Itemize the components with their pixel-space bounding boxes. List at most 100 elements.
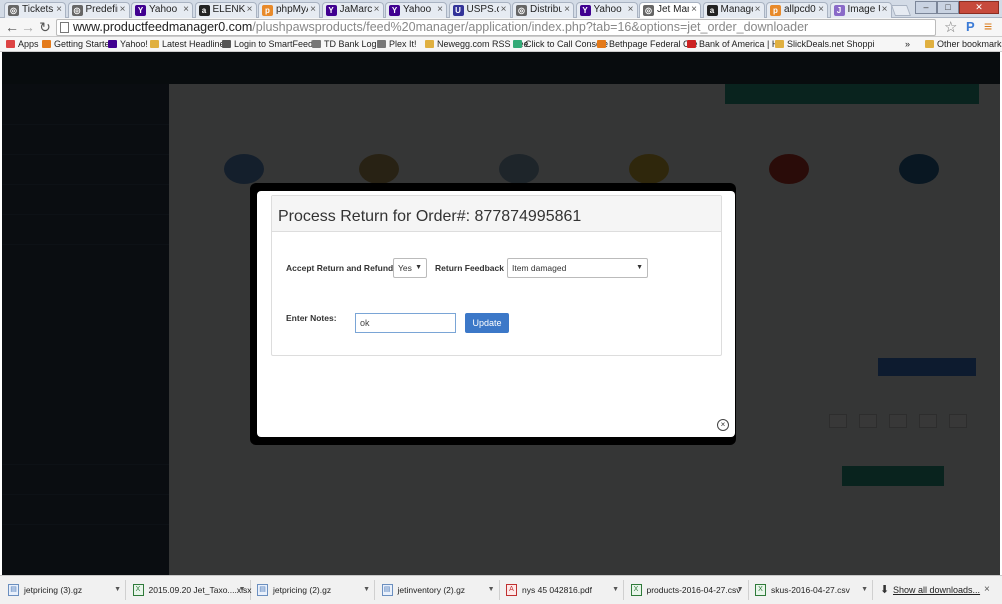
download-item[interactable]: ▤ jetpricing (3).gz ▼ bbox=[4, 580, 126, 600]
tab-favicon-icon: Y bbox=[325, 5, 337, 16]
browser-tab[interactable]: JImage U× bbox=[829, 2, 892, 18]
browser-toolbar: ← → ↻ www.productfeedmanager0.com/plushp… bbox=[0, 18, 1002, 37]
url-host: www.productfeedmanager0.com bbox=[73, 20, 253, 34]
address-bar[interactable]: www.productfeedmanager0.com/plushpawspro… bbox=[56, 19, 936, 36]
browser-tab[interactable]: aManage× bbox=[702, 2, 765, 18]
browser-tab[interactable]: UUSPS.com× bbox=[448, 2, 511, 18]
accept-return-select[interactable]: Yes ▼ bbox=[393, 258, 427, 278]
bookmark-label: Click to Call Console bbox=[525, 39, 609, 49]
bookmark-item[interactable]: Click to Call Console bbox=[513, 37, 608, 51]
back-arrow-icon[interactable]: ← bbox=[4, 19, 20, 35]
show-all-downloads-link[interactable]: Show all downloads... bbox=[893, 580, 980, 600]
tab-label: phpMyAc bbox=[276, 4, 308, 15]
bookmark-label: Latest Headlines bbox=[162, 39, 230, 49]
browser-tab[interactable]: YJaMarcus× bbox=[321, 2, 384, 18]
tab-label: Jet Mana bbox=[657, 4, 689, 15]
download-item[interactable]: Anys 45 042816.pdf ▼ bbox=[502, 580, 624, 600]
file-icon: X bbox=[132, 584, 144, 596]
tab-close-icon[interactable]: × bbox=[752, 3, 761, 17]
download-filename: jetinventory (2).gz bbox=[397, 585, 466, 595]
download-filename: nys 45 042816.pdf bbox=[522, 585, 592, 595]
close-shelf-icon[interactable]: × bbox=[984, 580, 990, 600]
folder-icon bbox=[925, 40, 934, 48]
download-filename: jetpricing (3).gz bbox=[24, 585, 83, 595]
notes-input[interactable] bbox=[355, 313, 456, 333]
bookmark-item[interactable]: Getting Started bbox=[42, 37, 115, 51]
download-item[interactable]: ▤ jetpricing (2).gz ▼ bbox=[253, 580, 375, 600]
tab-close-icon[interactable]: × bbox=[117, 3, 126, 17]
tab-close-icon[interactable]: × bbox=[371, 3, 380, 17]
bookmark-item[interactable]: Login to SmartFeed F bbox=[222, 37, 321, 51]
extension-p-icon[interactable]: P bbox=[966, 19, 975, 34]
chevron-down-icon[interactable]: ▼ bbox=[114, 580, 121, 600]
tab-close-icon[interactable]: × bbox=[689, 3, 697, 17]
browser-tab[interactable]: ◎Jet Mana× bbox=[639, 2, 701, 18]
tab-close-icon[interactable]: × bbox=[54, 3, 62, 17]
bookmark-item[interactable]: TD Bank Login bbox=[312, 37, 384, 51]
browser-tab[interactable]: aELENKER× bbox=[194, 2, 257, 18]
bookmarks-bar: » Other bookmarks Apps Getting Started Yah… bbox=[0, 37, 1002, 52]
download-item[interactable]: Xproducts-2016-04-27.csv ▼ bbox=[627, 580, 749, 600]
chrome-menu-icon[interactable]: ≡ bbox=[984, 18, 992, 34]
bookmark-star-icon[interactable]: ☆ bbox=[944, 18, 957, 36]
tab-favicon-icon: U bbox=[452, 5, 464, 16]
bookmark-icon bbox=[42, 40, 51, 48]
download-item[interactable]: Xskus-2016-04-27.csv ▼ bbox=[751, 580, 873, 600]
bookmark-item[interactable]: Bank of America | Ho bbox=[687, 37, 783, 51]
tab-label: allpcd01 bbox=[784, 4, 816, 15]
tab-close-icon[interactable]: × bbox=[244, 3, 253, 17]
bookmark-icon bbox=[222, 40, 231, 48]
reload-icon[interactable]: ↻ bbox=[37, 19, 53, 35]
chevron-down-icon[interactable]: ▼ bbox=[737, 580, 744, 600]
chevron-down-icon[interactable]: ▼ bbox=[488, 580, 495, 600]
tab-close-icon[interactable]: × bbox=[562, 3, 570, 17]
browser-tab[interactable]: ◎Predefine× bbox=[67, 2, 130, 18]
bookmark-label: SlickDeals.net Shoppi bbox=[787, 39, 875, 49]
chevron-down-icon[interactable]: ▼ bbox=[612, 580, 619, 600]
forward-arrow-icon[interactable]: → bbox=[20, 19, 36, 35]
browser-tab[interactable]: ◎ Tickets × bbox=[4, 2, 66, 18]
tab-favicon-icon: a bbox=[706, 5, 718, 16]
browser-tab[interactable]: pphpMyAc× bbox=[258, 2, 320, 18]
chevron-down-icon[interactable]: ▼ bbox=[861, 580, 868, 600]
tab-close-icon[interactable]: × bbox=[625, 3, 634, 17]
return-feedback-select[interactable]: Item damaged ▼ bbox=[507, 258, 648, 278]
maximize-button[interactable]: □ bbox=[937, 1, 959, 14]
tab-label: JaMarcus bbox=[339, 4, 372, 15]
window-close-button[interactable]: ✕ bbox=[959, 1, 999, 14]
tab-close-icon[interactable]: × bbox=[181, 3, 189, 17]
browser-tab[interactable]: pallpcd01× bbox=[766, 2, 828, 18]
update-button[interactable]: Update bbox=[465, 313, 509, 333]
accept-return-label: Accept Return and Refund bbox=[286, 263, 394, 273]
bookmark-item[interactable]: Yahoo! bbox=[108, 37, 148, 51]
bookmark-item[interactable]: Latest Headlines bbox=[150, 37, 229, 51]
browser-tab[interactable]: Y Yahoo × bbox=[385, 2, 447, 18]
minimize-button[interactable]: – bbox=[915, 1, 937, 14]
browser-tab[interactable]: Y Yahoo × bbox=[131, 2, 193, 18]
tab-close-icon[interactable]: × bbox=[816, 3, 824, 17]
modal-close-icon[interactable]: × bbox=[717, 419, 729, 431]
bookmark-item[interactable]: Apps bbox=[6, 37, 39, 51]
download-item[interactable]: X 2015.09.20 Jet_Taxo....xlsx ▼ bbox=[129, 580, 252, 600]
browser-tab[interactable]: Y Yahoo × bbox=[575, 2, 638, 18]
tab-close-icon[interactable]: × bbox=[435, 3, 443, 17]
tab-favicon-icon: ◎ bbox=[8, 5, 19, 16]
bookmark-item[interactable]: Plex It! bbox=[377, 37, 417, 51]
tab-close-icon[interactable]: × bbox=[879, 3, 888, 17]
download-item[interactable]: ▤ jetinventory (2).gz ▼ bbox=[378, 580, 500, 600]
browser-tab[interactable]: ◎Distribut× bbox=[512, 2, 574, 18]
bookmark-icon bbox=[150, 40, 159, 48]
other-bookmarks[interactable]: Other bookmarks bbox=[925, 37, 1002, 51]
file-icon: A bbox=[506, 584, 517, 596]
tab-close-icon[interactable]: × bbox=[498, 3, 507, 17]
tab-close-icon[interactable]: × bbox=[308, 3, 316, 17]
file-icon: ▤ bbox=[257, 584, 268, 596]
chevron-down-icon[interactable]: ▼ bbox=[239, 580, 246, 600]
bookmarks-overflow[interactable]: » bbox=[905, 37, 910, 51]
bookmark-item[interactable]: Bethpage Federal Cre bbox=[597, 37, 698, 51]
bookmark-item[interactable]: SlickDeals.net Shoppi bbox=[775, 37, 875, 51]
notes-label: Enter Notes: bbox=[286, 313, 337, 323]
bookmark-icon bbox=[597, 40, 606, 48]
chevron-down-icon[interactable]: ▼ bbox=[363, 580, 370, 600]
bookmark-icon bbox=[6, 40, 15, 48]
